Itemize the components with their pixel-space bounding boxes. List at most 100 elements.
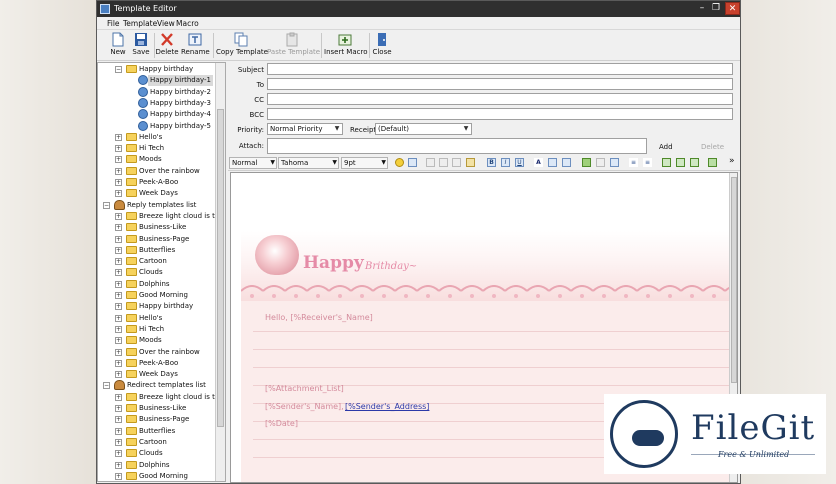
add-attachment-button[interactable]: Add	[659, 143, 673, 151]
numbered-list-icon[interactable]: ≡	[629, 158, 638, 167]
style-select[interactable]: Normal ▼	[229, 157, 277, 169]
expand-icon[interactable]: +	[115, 337, 122, 345]
cc-input[interactable]	[267, 93, 733, 105]
insert-image-icon[interactable]	[408, 158, 417, 167]
tree-node[interactable]: + Hi Tech	[98, 324, 214, 335]
tree-node[interactable]: + Breeze light cloud is thin	[98, 211, 225, 222]
minimize-button[interactable]: –	[696, 2, 708, 15]
new-button[interactable]: New	[105, 32, 131, 60]
close-button[interactable]: Close	[371, 32, 393, 60]
bold-icon[interactable]: B	[487, 158, 496, 167]
tree-node[interactable]: + Business-Page	[98, 234, 214, 245]
expand-icon[interactable]: +	[115, 314, 122, 322]
expand-icon[interactable]: +	[115, 450, 122, 458]
expand-icon[interactable]: +	[115, 258, 122, 266]
tree-node[interactable]: Happy birthday-3	[98, 97, 214, 109]
tree-node[interactable]: + Good Morning	[98, 471, 214, 481]
collapse-icon[interactable]: −	[103, 382, 110, 390]
delete-attachment-button[interactable]: Delete	[701, 143, 724, 151]
tree-node[interactable]: + Butterflies	[98, 426, 214, 437]
to-input[interactable]	[267, 78, 733, 90]
expand-icon[interactable]: +	[115, 416, 122, 424]
tree-node[interactable]: + Clouds	[98, 448, 214, 459]
tree-node[interactable]: + Cartoon	[98, 256, 214, 267]
tree-node[interactable]: + Week Days	[98, 369, 214, 380]
tree-node[interactable]: + Breeze light cloud is thin	[98, 392, 225, 403]
expand-icon[interactable]: +	[115, 167, 122, 175]
tree-node[interactable]: − Reply templates list	[98, 199, 214, 211]
expand-icon[interactable]: +	[115, 461, 122, 469]
editor-scroll-thumb[interactable]	[731, 177, 737, 383]
tree-node[interactable]: + Dolphins	[98, 460, 214, 471]
insert-macro-button[interactable]: Insert Macro	[324, 32, 368, 60]
expand-icon[interactable]: +	[115, 393, 122, 401]
maximize-button[interactable]: ❐	[710, 2, 722, 15]
expand-icon[interactable]: +	[115, 269, 122, 277]
close-window-button[interactable]: ✕	[725, 2, 740, 15]
tree-scroll-thumb[interactable]	[217, 109, 224, 427]
font-select[interactable]: Tahoma ▼	[278, 157, 339, 169]
cut-icon[interactable]	[426, 158, 435, 167]
subject-input[interactable]	[267, 63, 733, 75]
sender-address-link[interactable]: [%Sender's_Address]	[345, 402, 429, 411]
expand-icon[interactable]: +	[115, 212, 122, 220]
tree-node[interactable]: + Moods	[98, 335, 214, 346]
expand-icon[interactable]: +	[115, 224, 122, 232]
delete-button[interactable]: Delete	[155, 32, 179, 60]
tree-node[interactable]: + Peek-A-Boo	[98, 358, 214, 369]
underline-icon[interactable]: U	[515, 158, 524, 167]
expand-icon[interactable]: +	[115, 348, 122, 356]
expand-icon[interactable]: +	[115, 246, 122, 254]
paste-template-button[interactable]: Paste Template	[267, 32, 320, 60]
paste-icon[interactable]	[466, 158, 475, 167]
attach-field[interactable]	[267, 138, 647, 154]
indent-icon[interactable]	[708, 158, 717, 167]
tree-node[interactable]: − Happy birthday	[98, 64, 214, 75]
tree-node[interactable]: + Business-Page	[98, 414, 214, 425]
more-tools-chevron-icon[interactable]: »	[729, 156, 735, 166]
expand-icon[interactable]: +	[115, 145, 122, 153]
tree-node[interactable]: + Good Morning	[98, 290, 214, 301]
expand-icon[interactable]: +	[115, 292, 122, 299]
tree-node[interactable]: + Hello's	[98, 132, 214, 143]
tree-node[interactable]: + Over the rainbow	[98, 347, 214, 358]
expand-icon[interactable]: +	[115, 190, 122, 198]
tree-node[interactable]: + Week Days	[98, 188, 214, 199]
rename-button[interactable]: Rename	[181, 32, 210, 60]
tree-node[interactable]: + Peek-A-Boo	[98, 177, 214, 188]
tree-node[interactable]: + Over the rainbow	[98, 166, 214, 177]
menu-macro[interactable]: Macro	[176, 19, 199, 28]
italic-icon[interactable]: I	[501, 158, 510, 167]
expand-icon[interactable]: +	[115, 303, 122, 311]
tree-node[interactable]: − Redirect templates list	[98, 380, 214, 391]
expand-icon[interactable]: +	[115, 280, 122, 288]
tree-node[interactable]: + Butterflies	[98, 245, 214, 256]
find-replace-icon[interactable]	[562, 158, 571, 167]
table-icon[interactable]	[610, 158, 619, 167]
tree-node[interactable]: Happy birthday-2	[98, 86, 214, 98]
copy-format-icon[interactable]	[452, 158, 461, 167]
receipt-select[interactable]: (Default) ▼	[375, 123, 472, 135]
expand-icon[interactable]: +	[115, 179, 122, 186]
collapse-icon[interactable]: −	[103, 201, 110, 209]
expand-icon[interactable]: +	[115, 325, 122, 333]
align-center-icon[interactable]	[676, 158, 685, 167]
expand-icon[interactable]: +	[115, 133, 122, 141]
menu-view[interactable]: View	[157, 19, 175, 28]
tree-node[interactable]: + Dolphins	[98, 279, 214, 290]
expand-icon[interactable]: +	[115, 405, 122, 412]
tree-node[interactable]: + Cartoon	[98, 437, 214, 448]
save-button[interactable]: Save	[130, 32, 152, 60]
tree-node[interactable]: + Happy birthday	[98, 301, 214, 312]
link-icon[interactable]	[596, 158, 605, 167]
expand-icon[interactable]: +	[115, 427, 122, 435]
expand-icon[interactable]: +	[115, 371, 122, 379]
expand-icon[interactable]: +	[115, 235, 122, 243]
bulleted-list-icon[interactable]: ≡	[643, 158, 652, 167]
align-left-icon[interactable]	[662, 158, 671, 167]
copy-template-button[interactable]: Copy Template	[216, 32, 268, 60]
tree-node[interactable]: + Moods	[98, 154, 214, 165]
highlight-icon[interactable]	[548, 158, 557, 167]
expand-icon[interactable]: +	[115, 156, 122, 164]
tree-node[interactable]: Happy birthday-1	[98, 75, 214, 87]
